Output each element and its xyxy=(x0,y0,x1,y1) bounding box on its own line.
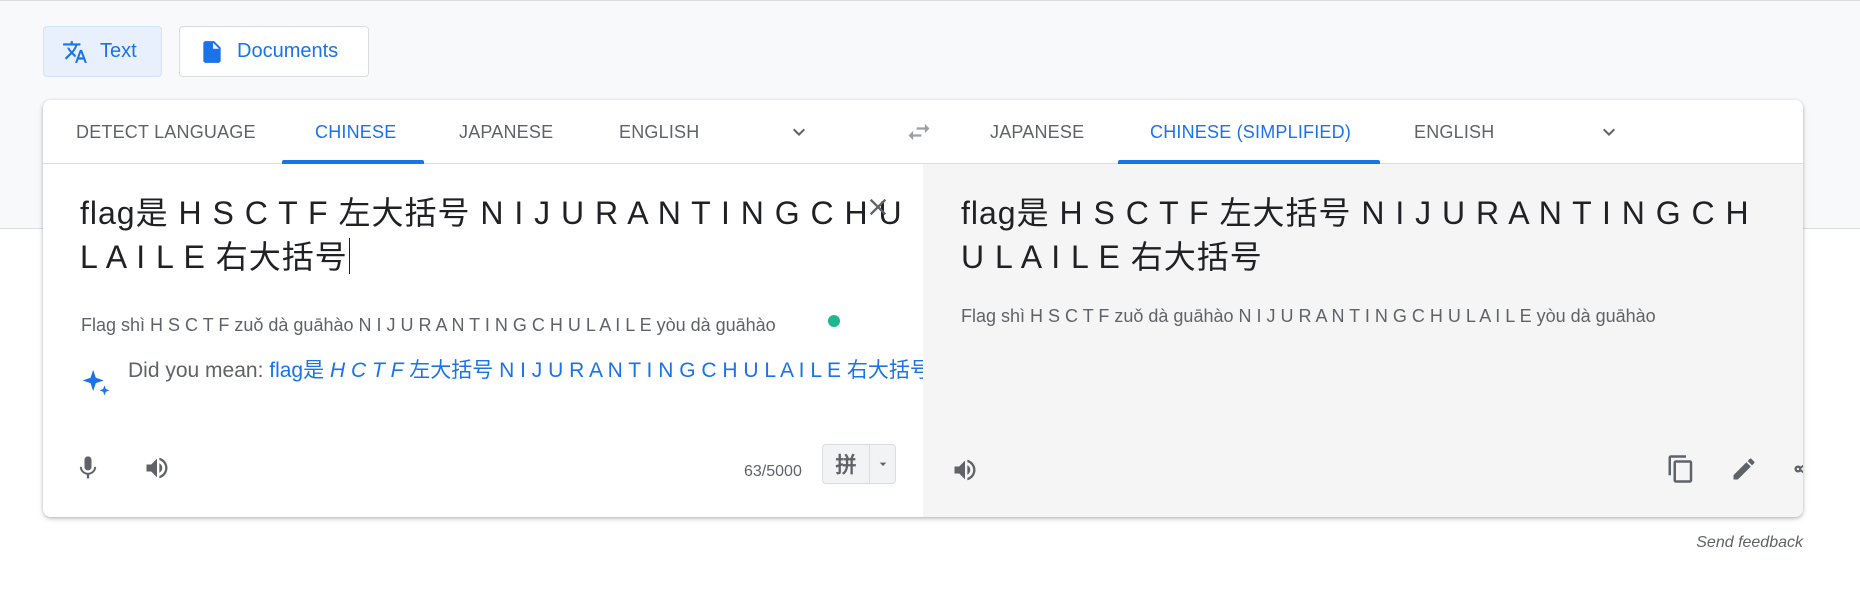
target-tab-chinese-simplified[interactable]: Chinese (Simplified) xyxy=(1150,100,1351,164)
source-tab-japanese[interactable]: Japanese xyxy=(459,100,553,164)
microphone-icon[interactable] xyxy=(70,450,106,486)
send-feedback-link[interactable]: Send feedback xyxy=(1696,534,1803,552)
document-icon xyxy=(203,40,221,63)
source-text-input[interactable]: flag是 H S C T F 左大括号 N I J U R A N T I N… xyxy=(80,191,903,279)
source-tab-detect-language[interactable]: Detect language xyxy=(76,100,256,164)
translation-card: Detect language Chinese Japanese English… xyxy=(43,100,1803,517)
source-tab-chinese[interactable]: Chinese xyxy=(315,100,396,164)
character-counter: 63/5000 xyxy=(744,463,802,480)
source-text-line-1: flag是 H S C T F 左大括号 N I J U R A N T I N… xyxy=(80,195,903,231)
translate-icon xyxy=(63,40,87,63)
share-icon[interactable] xyxy=(1786,450,1803,488)
source-text-line-2: L A I L E 右大括号 xyxy=(80,239,348,275)
target-tab-english[interactable]: English xyxy=(1414,100,1494,164)
did-you-mean: Did you mean: flag是 H C T F 左大括号 N I J U… xyxy=(128,356,948,385)
edit-pencil-icon[interactable] xyxy=(1725,450,1763,488)
target-text-line-2: U L A I L E 右大括号 xyxy=(961,239,1263,275)
did-you-mean-suggestion-link[interactable]: flag是 H C T F 左大括号 N I J U R A N T I N G… xyxy=(269,359,931,382)
source-pane: flag是 H S C T F 左大括号 N I J U R A N T I N… xyxy=(43,164,931,517)
sparkle-icon xyxy=(78,366,114,402)
swap-languages-icon[interactable] xyxy=(903,116,935,148)
text-mode-label: Text xyxy=(100,40,137,62)
language-tab-bar: Detect language Chinese Japanese English… xyxy=(43,100,1803,164)
input-tools-dropdown-icon[interactable] xyxy=(870,445,895,483)
target-tab-japanese[interactable]: Japanese xyxy=(990,100,1084,164)
translation-output: flag是 H S C T F 左大括号 N I J U R A N T I N… xyxy=(961,191,1761,279)
text-caret xyxy=(348,238,350,274)
did-you-mean-prefix: Did you mean: xyxy=(128,359,270,382)
copy-icon[interactable] xyxy=(1662,450,1700,488)
target-speaker-icon[interactable] xyxy=(947,452,983,488)
target-transliteration: Flag shì H S C T F zuǒ dà guāhào N I J U… xyxy=(961,306,1656,326)
documents-mode-button[interactable]: Documents xyxy=(179,26,369,77)
clear-source-close-icon[interactable] xyxy=(862,191,894,223)
documents-mode-label: Documents xyxy=(237,40,339,62)
input-tools-selector[interactable]: 拼 xyxy=(822,444,896,484)
text-mode-button[interactable]: Text xyxy=(43,26,162,77)
target-more-languages-chevron-icon[interactable] xyxy=(1593,116,1625,148)
source-tab-english[interactable]: English xyxy=(619,100,699,164)
source-speaker-icon[interactable] xyxy=(139,450,175,486)
source-transliteration: Flag shì H S C T F zuǒ dà guāhào N I J U… xyxy=(81,315,776,335)
source-more-languages-chevron-icon[interactable] xyxy=(783,116,815,148)
target-pane: flag是 H S C T F 左大括号 N I J U R A N T I N… xyxy=(923,164,1803,517)
pinyin-input-button[interactable]: 拼 xyxy=(823,445,870,483)
input-status-dot xyxy=(828,315,840,327)
target-text-line-1: flag是 H S C T F 左大括号 N I J U R A N T I N… xyxy=(961,195,1750,231)
